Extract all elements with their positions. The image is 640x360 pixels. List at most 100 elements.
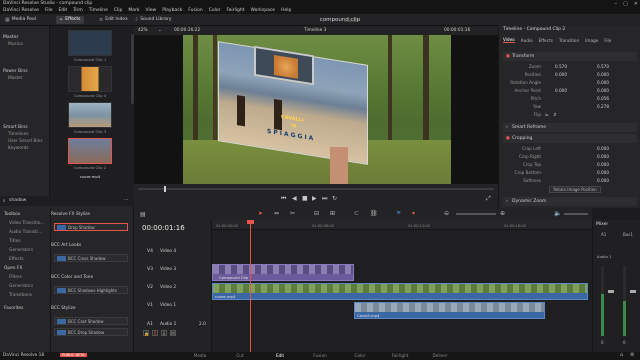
menu-item[interactable]: Clip: [114, 8, 123, 13]
page-edit[interactable]: Edit: [262, 353, 298, 358]
insert-clip-icon[interactable]: ⊟: [314, 210, 319, 217]
search-input[interactable]: shadow: [9, 198, 26, 203]
effects-button[interactable]: ✦ Effects: [56, 16, 84, 24]
clip-thumbnail-selected[interactable]: [68, 138, 112, 164]
solo-icon[interactable]: S: [161, 330, 167, 336]
zoom-out-icon[interactable]: ⊖: [444, 210, 449, 217]
loop-icon[interactable]: ↻: [332, 195, 337, 202]
selection-tool-icon[interactable]: ➤: [258, 210, 263, 217]
fader-handle[interactable]: [608, 290, 614, 293]
param-value[interactable]: 0.570: [597, 63, 609, 71]
razor-tool-icon[interactable]: ✂: [290, 210, 295, 217]
viewer-frame[interactable]: CAVALLI IN SPIAGGIA: [183, 35, 451, 184]
zoom-level[interactable]: 42%: [138, 28, 148, 33]
scrubber-track[interactable]: [138, 188, 494, 190]
tree-item[interactable]: Audio Transiti...: [0, 230, 42, 235]
tab-effects[interactable]: Effects: [539, 38, 553, 43]
menu-item[interactable]: Trim: [73, 8, 83, 13]
menu-item[interactable]: DaVinci Resolve: [3, 8, 39, 13]
tab-audio[interactable]: Audio: [521, 38, 533, 43]
param-value[interactable]: 0.000: [597, 87, 609, 95]
scrubber-handle[interactable]: [164, 186, 166, 192]
close-icon[interactable]: ✕: [634, 1, 638, 7]
menu-item[interactable]: View: [146, 8, 157, 13]
timeline-clip-compound[interactable]: Compound Clip: [212, 264, 354, 281]
tab-file[interactable]: File: [604, 38, 611, 43]
cropping-section[interactable]: ● Cropping: [503, 134, 637, 143]
volume-slider[interactable]: [564, 213, 588, 215]
trim-tool-icon[interactable]: ⇔: [274, 210, 279, 217]
param-value[interactable]: 0.000: [597, 177, 609, 185]
timeline-ruler[interactable]: [212, 220, 592, 230]
tree-item[interactable]: Generators: [0, 284, 33, 289]
maximize-icon[interactable]: ▢: [623, 1, 628, 7]
tree-item[interactable]: Filters: [0, 275, 22, 280]
bin-item[interactable]: User Smart Bins: [0, 138, 49, 145]
tree-item[interactable]: Open FX: [0, 266, 22, 271]
param-value[interactable]: 0.278: [597, 103, 609, 111]
track-lock-icon[interactable]: 🔒: [143, 330, 149, 336]
chevron-right-icon[interactable]: ›: [506, 123, 508, 132]
menu-item[interactable]: Timeline: [89, 8, 108, 13]
tab-image[interactable]: Image: [585, 38, 598, 43]
tab-video[interactable]: Video: [503, 37, 515, 43]
param-value[interactable]: 0.000: [597, 161, 609, 169]
home-icon[interactable]: ⌂: [620, 352, 623, 358]
clip-thumbnail[interactable]: [68, 102, 112, 128]
effect-item[interactable]: BCC Shadows Highlights: [54, 286, 128, 294]
snapping-icon[interactable]: ⊂: [354, 210, 359, 217]
page-cut[interactable]: Cut: [222, 353, 258, 358]
timeline-clip-cavalli[interactable]: Cavalli.mp4: [354, 302, 545, 319]
menu-item[interactable]: Fusion: [188, 8, 202, 13]
volume-icon[interactable]: 🔈: [554, 210, 561, 217]
menu-item[interactable]: Playback: [162, 8, 182, 13]
playhead[interactable]: [250, 220, 251, 352]
param-value[interactable]: 0.000: [555, 87, 567, 95]
retain-image-position-button[interactable]: Retain Image Position: [549, 186, 601, 193]
minimize-icon[interactable]: –: [615, 1, 618, 7]
page-color[interactable]: Color: [342, 353, 378, 358]
menu-item[interactable]: File: [45, 8, 53, 13]
zoom-slider[interactable]: [456, 213, 496, 215]
menu-item[interactable]: Help: [281, 8, 291, 13]
flip-vertical-icon[interactable]: ⇵: [553, 112, 557, 117]
chevron-down-icon[interactable]: ⌄: [158, 28, 162, 33]
param-value[interactable]: 0.000: [597, 169, 609, 177]
flip-horizontal-icon[interactable]: ⇋: [545, 112, 549, 117]
bin-section-header[interactable]: Master: [0, 34, 49, 41]
clip-thumbnail[interactable]: [68, 30, 112, 56]
edit-index-button[interactable]: ≡ Edit Index: [96, 16, 131, 24]
menu-item[interactable]: Workspace: [250, 8, 275, 13]
favorites-header[interactable]: Favorites: [0, 306, 23, 311]
tree-item[interactable]: Effects: [0, 257, 24, 262]
layout-icon[interactable]: ▤: [140, 211, 146, 218]
effect-item[interactable]: BCC Cross Shadow: [54, 254, 128, 262]
sound-library-button[interactable]: ♪ Sound Library: [132, 16, 175, 24]
tree-item[interactable]: Titles: [0, 239, 20, 244]
bin-section-header[interactable]: Power Bins: [0, 68, 49, 75]
menu-item[interactable]: Color: [209, 8, 221, 13]
skip-forward-icon[interactable]: ⏭: [322, 195, 327, 203]
bin-item[interactable]: Keywords: [0, 145, 49, 152]
effect-item[interactable]: BCC Drop Shadow: [54, 328, 128, 336]
zoom-in-icon[interactable]: ⊕: [500, 210, 505, 217]
mute-icon[interactable]: M: [170, 330, 176, 336]
fullscreen-icon[interactable]: ⤢: [486, 195, 491, 203]
flag-icon[interactable]: ⚑: [396, 210, 401, 217]
stop-icon[interactable]: ■: [302, 195, 308, 202]
tree-item[interactable]: Video Transitio...: [0, 221, 44, 226]
param-value[interactable]: 0.000: [597, 153, 609, 161]
bin-item[interactable]: Musica: [0, 41, 49, 48]
transform-section[interactable]: ● Transform: [503, 52, 637, 61]
marker-icon[interactable]: ▾: [412, 210, 415, 217]
param-value[interactable]: 0.570: [555, 63, 567, 71]
param-value[interactable]: 0.000: [597, 71, 609, 79]
timeline-clip-cuore[interactable]: cuore.mp4: [212, 283, 588, 300]
tree-item[interactable]: Transitions: [0, 293, 32, 298]
bin-section-header[interactable]: Smart Bins: [0, 124, 49, 131]
more-options-icon[interactable]: ⋯: [124, 198, 129, 203]
param-value[interactable]: 0.000: [597, 79, 609, 87]
param-value[interactable]: 0.000: [555, 71, 567, 79]
section-toggle-icon[interactable]: ●: [506, 134, 510, 143]
page-media[interactable]: Media: [182, 353, 218, 358]
